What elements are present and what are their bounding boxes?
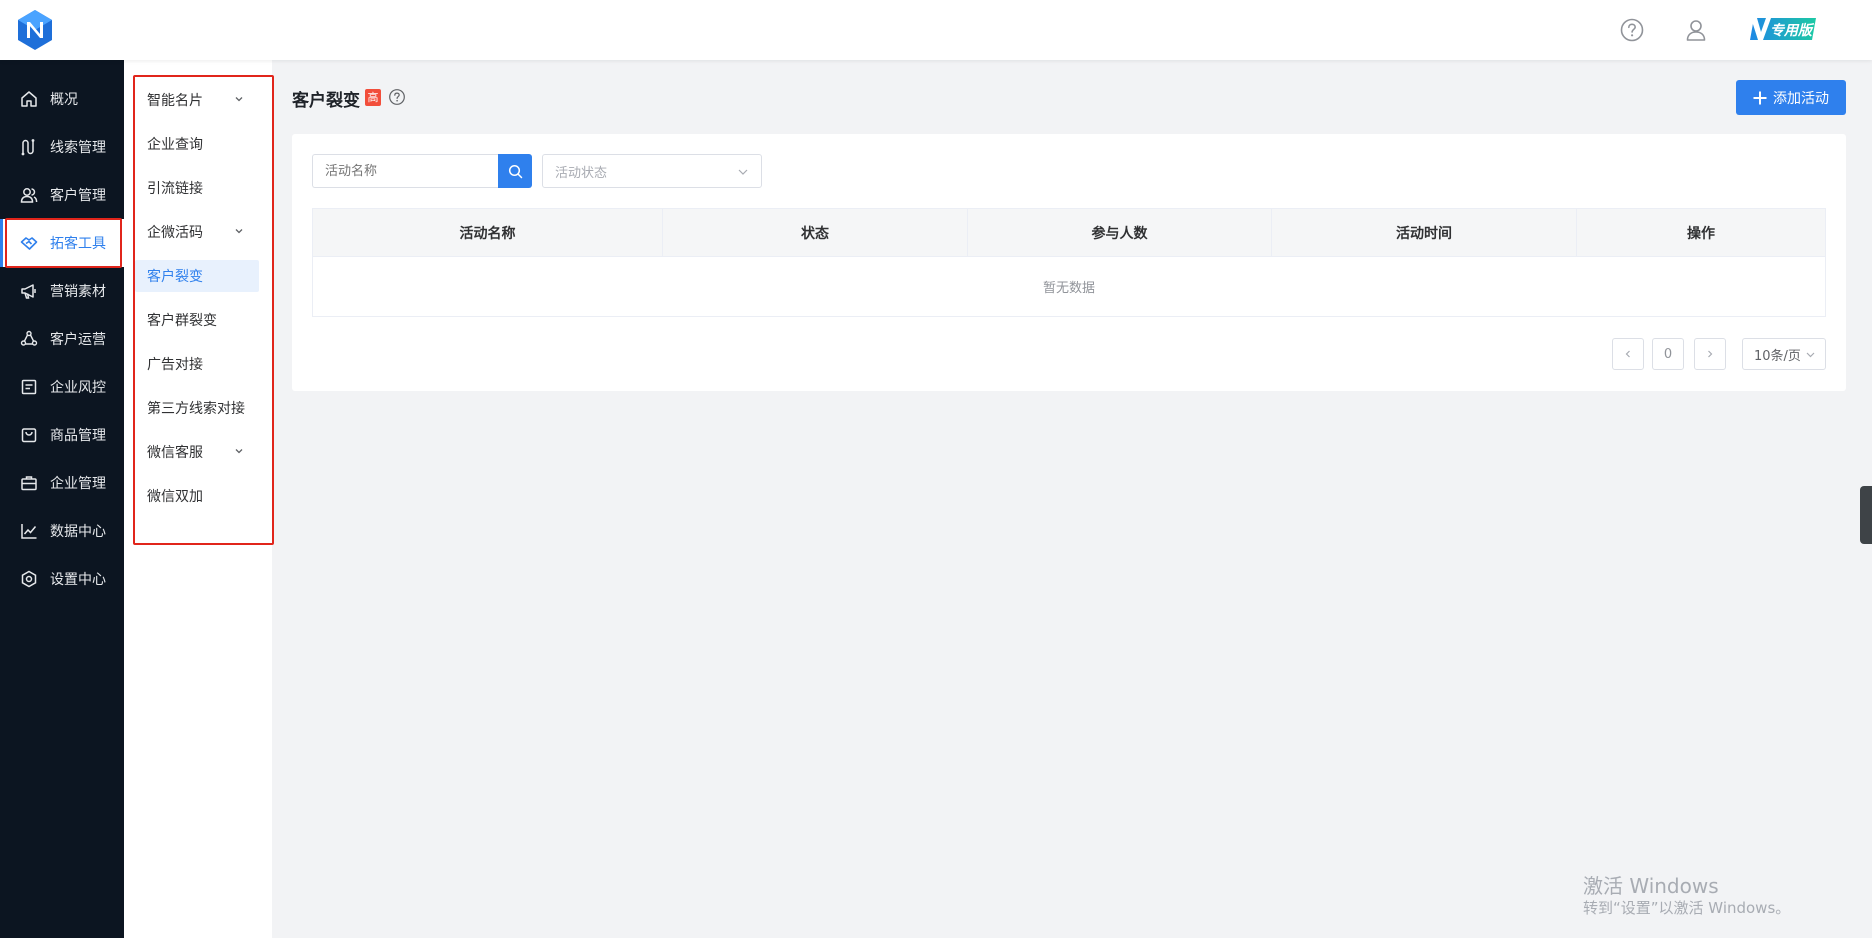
search-button[interactable] — [498, 154, 532, 188]
sub-item-label: 企业查询 — [147, 137, 203, 153]
sub-item-ad-integration[interactable]: 广告对接 — [135, 348, 259, 380]
nav-item-label: 企业管理 — [50, 476, 106, 492]
briefcase-icon — [21, 476, 37, 491]
nav-item-leads[interactable]: 线索管理 — [0, 123, 124, 171]
sub-item-label: 微信客服 — [147, 445, 203, 461]
activity-name-input[interactable] — [312, 154, 498, 188]
sub-item-label: 客户群裂变 — [147, 313, 217, 329]
top-header: 专用版 — [0, 0, 1872, 60]
activity-status-select[interactable]: 活动状态 — [542, 154, 762, 188]
column-header: 活动时间 — [1272, 209, 1577, 257]
nav-item-label: 客户运营 — [50, 332, 106, 348]
column-header: 状态 — [663, 209, 968, 257]
nav-item-customer-operations[interactable]: 客户运营 — [0, 315, 124, 363]
route-icon — [21, 139, 35, 156]
nav-item-label: 概况 — [50, 92, 78, 108]
sub-item-label: 引流链接 — [147, 181, 203, 197]
nav-item-label: 企业风控 — [50, 380, 106, 396]
activity-table: 活动名称 状态 参与人数 活动时间 操作 暂无数据 — [312, 208, 1826, 317]
nav-item-label: 商品管理 — [50, 428, 106, 444]
nav-item-enterprise[interactable]: 企业管理 — [0, 459, 124, 507]
users-icon — [20, 188, 38, 203]
page-size-select[interactable]: 10条/页 — [1742, 338, 1826, 370]
sub-item-group-fission[interactable]: 客户群裂变 — [135, 304, 259, 336]
sub-item-company-query[interactable]: 企业查询 — [135, 128, 259, 160]
nav-item-products[interactable]: 商品管理 — [0, 411, 124, 459]
nav-item-label: 营销素材 — [50, 284, 106, 300]
edition-label: 专用版 — [1770, 23, 1812, 39]
settings-hexagon-icon — [21, 570, 37, 588]
sub-item-third-party-leads[interactable]: 第三方线索对接 — [135, 392, 259, 424]
shopping-bag-icon — [21, 428, 37, 443]
nav-item-label: 数据中心 — [50, 524, 106, 540]
nav-item-customers[interactable]: 客户管理 — [0, 171, 124, 219]
share-nodes-icon — [20, 330, 38, 346]
table-header: 活动名称 状态 参与人数 活动时间 操作 — [313, 209, 1825, 257]
side-drawer-handle[interactable] — [1860, 486, 1872, 544]
nav-item-risk-control[interactable]: 企业风控 — [0, 363, 124, 411]
sub-item-label: 客户裂变 — [147, 269, 203, 285]
nav-item-label: 客户管理 — [50, 188, 106, 204]
nav-item-label: 设置中心 — [50, 572, 106, 588]
handshake-icon — [20, 237, 38, 250]
column-header: 参与人数 — [968, 209, 1272, 257]
megaphone-icon — [21, 284, 36, 299]
level-badge: 高 — [365, 89, 381, 106]
sub-item-wechat-double-add[interactable]: 微信双加 — [135, 480, 259, 512]
document-icon — [21, 379, 37, 395]
user-icon[interactable] — [1683, 17, 1709, 43]
prev-page-button[interactable] — [1612, 338, 1644, 370]
empty-state: 暂无数据 — [1042, 281, 1095, 296]
main-sidebar: 概况 线索管理 客户管理 拓客工具 营销素材 客户运营 企业风控 商品管理 企业… — [0, 60, 124, 938]
windows-activation-hint: 转到“设置”以激活 Windows。 — [1583, 899, 1791, 917]
help-icon[interactable] — [1619, 17, 1645, 43]
sub-item-smart-card[interactable]: 智能名片 — [135, 84, 259, 116]
sub-item-customer-fission[interactable]: 客户裂变 — [135, 260, 259, 292]
column-header: 活动名称 — [313, 209, 663, 257]
sub-item-wecom-qrcode[interactable]: 企微活码 — [135, 216, 259, 248]
windows-activation-title: 激活 Windows — [1583, 874, 1719, 898]
nav-item-marketing-materials[interactable]: 营销素材 — [0, 267, 124, 315]
chevron-left-icon — [1625, 350, 1630, 358]
add-activity-label: 添加活动 — [1773, 90, 1829, 107]
add-activity-button[interactable]: 添加活动 — [1736, 80, 1846, 115]
sub-item-wechat-service[interactable]: 微信客服 — [135, 436, 259, 468]
page-size-label: 10条/页 — [1754, 348, 1801, 364]
logo-icon[interactable] — [16, 9, 54, 51]
next-page-button[interactable] — [1694, 338, 1726, 370]
sub-item-label: 广告对接 — [147, 357, 203, 373]
plus-icon — [1753, 91, 1767, 104]
chevron-down-icon — [235, 229, 243, 234]
status-placeholder: 活动状态 — [555, 165, 608, 181]
nav-item-label: 拓客工具 — [50, 236, 106, 252]
sub-sidebar: 智能名片 企业查询 引流链接 企微活码 客户裂变 客户群裂变 广告对接 第三方线… — [124, 60, 272, 938]
line-chart-icon — [21, 524, 37, 539]
page-title: 客户裂变 — [292, 91, 360, 111]
chevron-right-icon — [1708, 350, 1713, 358]
sub-item-label: 微信双加 — [147, 489, 203, 505]
search-icon — [508, 164, 522, 178]
nav-item-acquisition-tools[interactable]: 拓客工具 — [0, 219, 124, 267]
nav-item-label: 线索管理 — [50, 140, 106, 156]
column-header: 操作 — [1687, 226, 1715, 242]
sub-item-label: 第三方线索对接 — [147, 401, 245, 417]
sub-item-traffic-link[interactable]: 引流链接 — [135, 172, 259, 204]
home-icon — [21, 91, 37, 107]
chevron-down-icon — [235, 97, 243, 102]
page-number[interactable]: 0 — [1652, 338, 1684, 370]
chevron-down-icon — [235, 449, 243, 454]
chevron-down-icon — [738, 169, 748, 175]
nav-item-data-center[interactable]: 数据中心 — [0, 507, 124, 555]
nav-item-overview[interactable]: 概况 — [0, 75, 124, 123]
sub-item-label: 智能名片 — [147, 93, 203, 109]
help-icon[interactable] — [388, 88, 406, 106]
nav-item-settings[interactable]: 设置中心 — [0, 555, 124, 603]
sub-item-label: 企微活码 — [147, 225, 203, 241]
chevron-down-icon — [1806, 352, 1815, 358]
